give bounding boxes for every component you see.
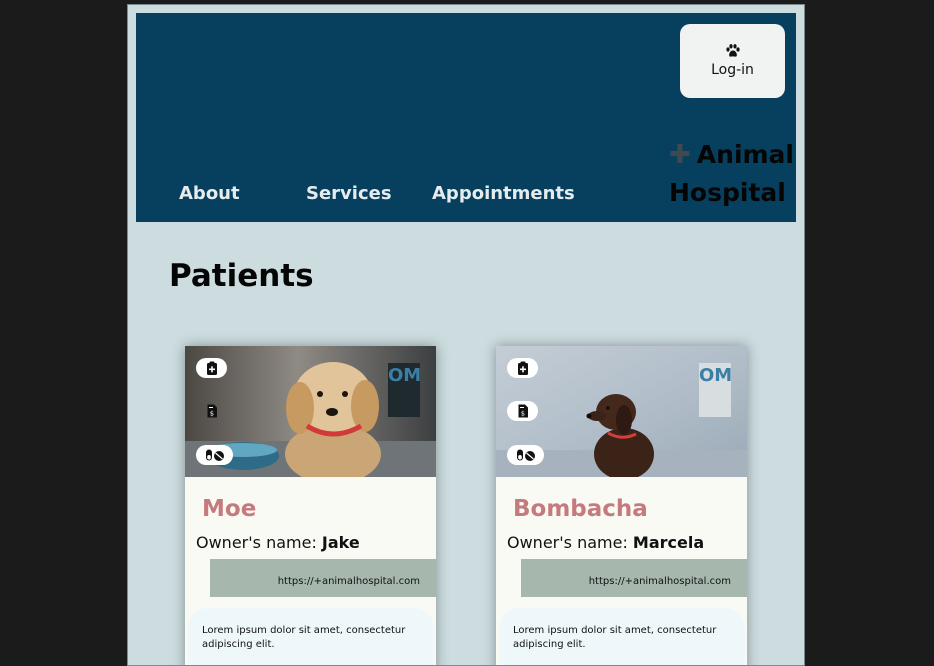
pet-name: Bombacha xyxy=(513,496,648,522)
nav-about[interactable]: About xyxy=(179,183,240,204)
site-header: Log-in ✚ Animal Hospital About Services A… xyxy=(136,13,796,222)
pills-icon xyxy=(205,449,224,461)
plus-icon: ✚ xyxy=(669,140,691,170)
website-link[interactable]: https://+animalhospital.com xyxy=(278,576,420,587)
brand-logo[interactable]: ✚ Animal Hospital xyxy=(669,136,799,211)
description-text: Lorem ipsum dolor sit amet, consectetur … xyxy=(513,625,717,650)
website-link[interactable]: https://+animalhospital.com xyxy=(589,576,731,587)
description-text: Lorem ipsum dolor sit amet, consectetur … xyxy=(202,625,406,650)
patient-card: $ OM Bombacha Owner's name: Marcela http… xyxy=(496,346,747,665)
login-button[interactable]: Log-in xyxy=(680,24,785,98)
owner-info: Owner's name: Marcela xyxy=(507,533,704,552)
login-label: Log-in xyxy=(711,61,754,78)
invoice-button[interactable]: $ xyxy=(196,401,227,421)
page-container: Log-in ✚ Animal Hospital About Services A… xyxy=(127,4,805,666)
website-bar: https://+animalhospital.com xyxy=(521,559,747,597)
medication-button[interactable] xyxy=(507,445,544,465)
pet-photo: $ OM xyxy=(185,346,436,477)
medical-clipboard-icon xyxy=(517,361,528,375)
medical-record-button[interactable] xyxy=(507,358,538,378)
description-box: Lorem ipsum dolor sit amet, consectetur … xyxy=(188,608,434,665)
owner-info: Owner's name: Jake xyxy=(196,533,360,552)
owner-name: Marcela xyxy=(632,533,705,552)
owner-initials-badge: OM xyxy=(388,363,421,417)
invoice-icon: $ xyxy=(518,404,528,418)
description-box: Lorem ipsum dolor sit amet, consectetur … xyxy=(499,608,745,665)
medical-record-button[interactable] xyxy=(196,358,227,378)
pet-name: Moe xyxy=(202,496,257,522)
invoice-icon: $ xyxy=(207,404,217,418)
pet-photo: $ OM xyxy=(496,346,747,477)
pills-icon xyxy=(516,449,535,461)
website-bar: https://+animalhospital.com xyxy=(210,559,436,597)
paw-icon xyxy=(725,43,740,57)
medication-button[interactable] xyxy=(196,445,233,465)
nav-appointments[interactable]: Appointments xyxy=(432,183,575,204)
patient-card: $ OM Moe Owner's name: Jake https://+ani… xyxy=(185,346,436,665)
owner-label: Owner's name: xyxy=(196,533,322,552)
invoice-button[interactable]: $ xyxy=(507,401,538,421)
owner-initials-badge: OM xyxy=(699,363,732,417)
owner-label: Owner's name: xyxy=(507,533,633,552)
nav-services[interactable]: Services xyxy=(306,183,392,204)
owner-name: Jake xyxy=(321,533,360,552)
page-title: Patients xyxy=(169,258,314,294)
medical-clipboard-icon xyxy=(206,361,217,375)
svg-text:$: $ xyxy=(209,410,213,418)
svg-text:$: $ xyxy=(520,410,524,418)
